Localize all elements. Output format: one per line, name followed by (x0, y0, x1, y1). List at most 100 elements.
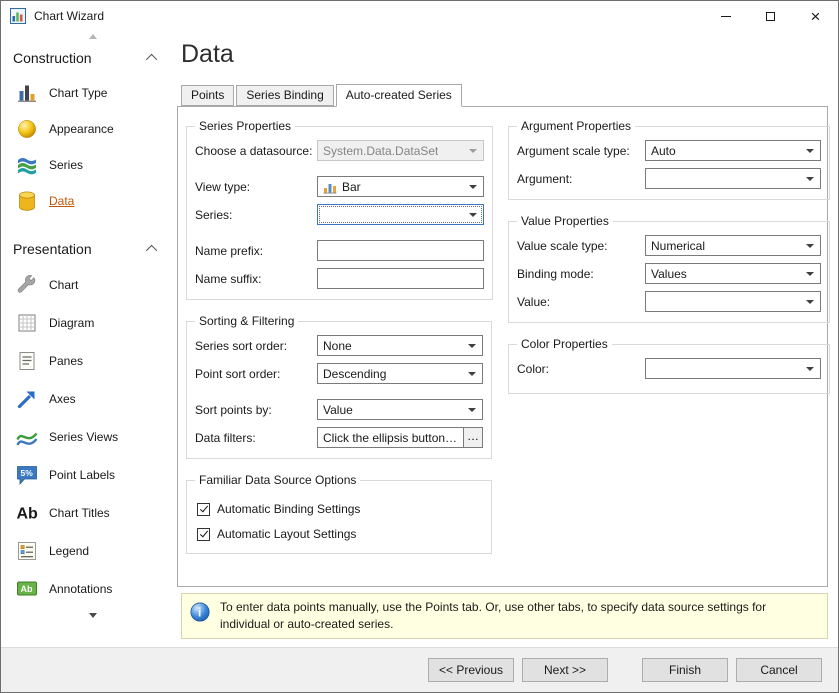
wrench-icon (15, 273, 39, 297)
name-prefix-label: Name prefix: (195, 244, 317, 258)
group-title: Familiar Data Source Options (195, 473, 360, 487)
diagram-icon (15, 311, 39, 335)
sidebar-item-series[interactable]: Series (13, 147, 173, 183)
color-select[interactable] (645, 358, 821, 379)
value-scale-type-select[interactable]: Numerical (645, 235, 821, 256)
chevron-up-icon (146, 54, 157, 65)
chevron-down-icon (468, 344, 476, 348)
name-prefix-input[interactable] (317, 240, 484, 261)
appearance-icon (15, 117, 39, 141)
sidebar-group-presentation[interactable]: Presentation (13, 237, 173, 261)
sidebar-item-axes[interactable]: Axes (13, 380, 173, 418)
data-filters-field[interactable]: Click the ellipsis button… (317, 427, 464, 448)
close-button[interactable] (793, 1, 838, 31)
sidebar-group-construction[interactable]: Construction (13, 46, 173, 70)
sidebar-item-chart[interactable]: Chart (13, 266, 173, 304)
data-filters-label: Data filters: (195, 431, 317, 445)
point-labels-icon: 5% (15, 463, 39, 487)
series-label: Series: (195, 208, 317, 222)
chevron-down-icon (806, 367, 814, 371)
chevron-down-icon (469, 185, 477, 189)
tab-series-binding[interactable]: Series Binding (236, 85, 333, 106)
chevron-down-icon (806, 177, 814, 181)
series-select[interactable] (317, 204, 484, 225)
series-views-icon (15, 425, 39, 449)
bar-chart-icon (323, 180, 337, 194)
sidebar-item-appearance[interactable]: Appearance (13, 111, 173, 147)
argument-select[interactable] (645, 168, 821, 189)
value-scale-type-label: Value scale type: (517, 239, 645, 253)
scroll-down-icon[interactable] (89, 613, 97, 618)
group-title: Argument Properties (517, 119, 635, 133)
argument-properties-group: Argument Properties Argument scale type:… (508, 119, 830, 200)
close-icon (811, 8, 821, 25)
binding-mode-select[interactable]: Values (645, 263, 821, 284)
point-sort-order-select[interactable]: Descending (317, 363, 483, 384)
minimize-icon (721, 16, 731, 17)
sort-points-by-label: Sort points by: (195, 403, 317, 417)
name-suffix-input[interactable] (317, 268, 484, 289)
sort-points-by-select[interactable]: Value (317, 399, 483, 420)
value-select[interactable] (645, 291, 821, 312)
sidebar-item-series-views[interactable]: Series Views (13, 418, 173, 456)
data-filters-ellipsis-button[interactable]: … (463, 427, 483, 448)
sidebar-item-panes[interactable]: Panes (13, 342, 173, 380)
annotations-icon: Ab (15, 577, 39, 601)
svg-text:Ab: Ab (17, 506, 39, 523)
point-sort-order-label: Point sort order: (195, 367, 317, 381)
chevron-down-icon (468, 372, 476, 376)
series-icon (15, 153, 39, 177)
argument-scale-type-select[interactable]: Auto (645, 140, 821, 161)
info-bar: i To enter data points manually, use the… (181, 593, 828, 639)
window-title: Chart Wizard (34, 9, 104, 23)
checkbox-box-icon (197, 528, 210, 541)
tab-auto-created-series[interactable]: Auto-created Series (336, 84, 462, 107)
finish-button[interactable]: Finish (642, 658, 728, 682)
scroll-up-icon[interactable] (89, 34, 97, 39)
chevron-up-icon (146, 245, 157, 256)
view-type-label: View type: (195, 180, 317, 194)
maximize-button[interactable] (748, 1, 793, 31)
view-type-select[interactable]: Bar (317, 176, 484, 197)
chevron-down-icon (806, 149, 814, 153)
group-title: Color Properties (517, 337, 612, 351)
svg-text:Ab: Ab (21, 584, 33, 594)
chevron-down-icon (806, 272, 814, 276)
wizard-footer: << Previous Next >> Finish Cancel (1, 647, 838, 692)
info-text: To enter data points manually, use the P… (220, 599, 817, 633)
sidebar-item-diagram[interactable]: Diagram (13, 304, 173, 342)
chevron-down-icon (806, 244, 814, 248)
previous-button[interactable]: << Previous (428, 658, 514, 682)
sidebar-item-legend[interactable]: Legend (13, 532, 173, 570)
cancel-button[interactable]: Cancel (736, 658, 822, 682)
sidebar-item-annotations[interactable]: Ab Annotations (13, 570, 173, 608)
sidebar-item-data[interactable]: Data (13, 183, 173, 219)
tab-points[interactable]: Points (181, 85, 234, 106)
automatic-binding-settings-checkbox[interactable]: Automatic Binding Settings (197, 502, 483, 516)
checkbox-box-icon (197, 503, 210, 516)
series-sort-order-select[interactable]: None (317, 335, 483, 356)
group-label: Construction (13, 50, 92, 66)
group-label: Presentation (13, 241, 92, 257)
minimize-button[interactable] (703, 1, 748, 31)
maximize-icon (766, 12, 775, 21)
sorting-filtering-group: Sorting & Filtering Series sort order: N… (186, 314, 492, 459)
sidebar-item-chart-type[interactable]: Chart Type (13, 75, 173, 111)
sidebar-item-point-labels[interactable]: 5% Point Labels (13, 456, 173, 494)
svg-text:5%: 5% (21, 468, 34, 478)
sidebar-item-chart-titles[interactable]: Ab Chart Titles (13, 494, 173, 532)
name-suffix-label: Name suffix: (195, 272, 317, 286)
chevron-down-icon (469, 213, 477, 217)
series-sort-order-label: Series sort order: (195, 339, 317, 353)
series-properties-group: Series Properties Choose a datasource: S… (186, 119, 493, 300)
value-properties-group: Value Properties Value scale type: Numer… (508, 214, 830, 323)
app-icon (10, 8, 26, 24)
value-label: Value: (517, 295, 645, 309)
chevron-down-icon (806, 300, 814, 304)
chart-titles-icon: Ab (15, 501, 39, 525)
chevron-down-icon (468, 408, 476, 412)
automatic-layout-settings-checkbox[interactable]: Automatic Layout Settings (197, 527, 483, 541)
tab-strip: Points Series Binding Auto-created Serie… (181, 84, 828, 106)
chevron-down-icon (469, 149, 477, 153)
next-button[interactable]: Next >> (522, 658, 608, 682)
